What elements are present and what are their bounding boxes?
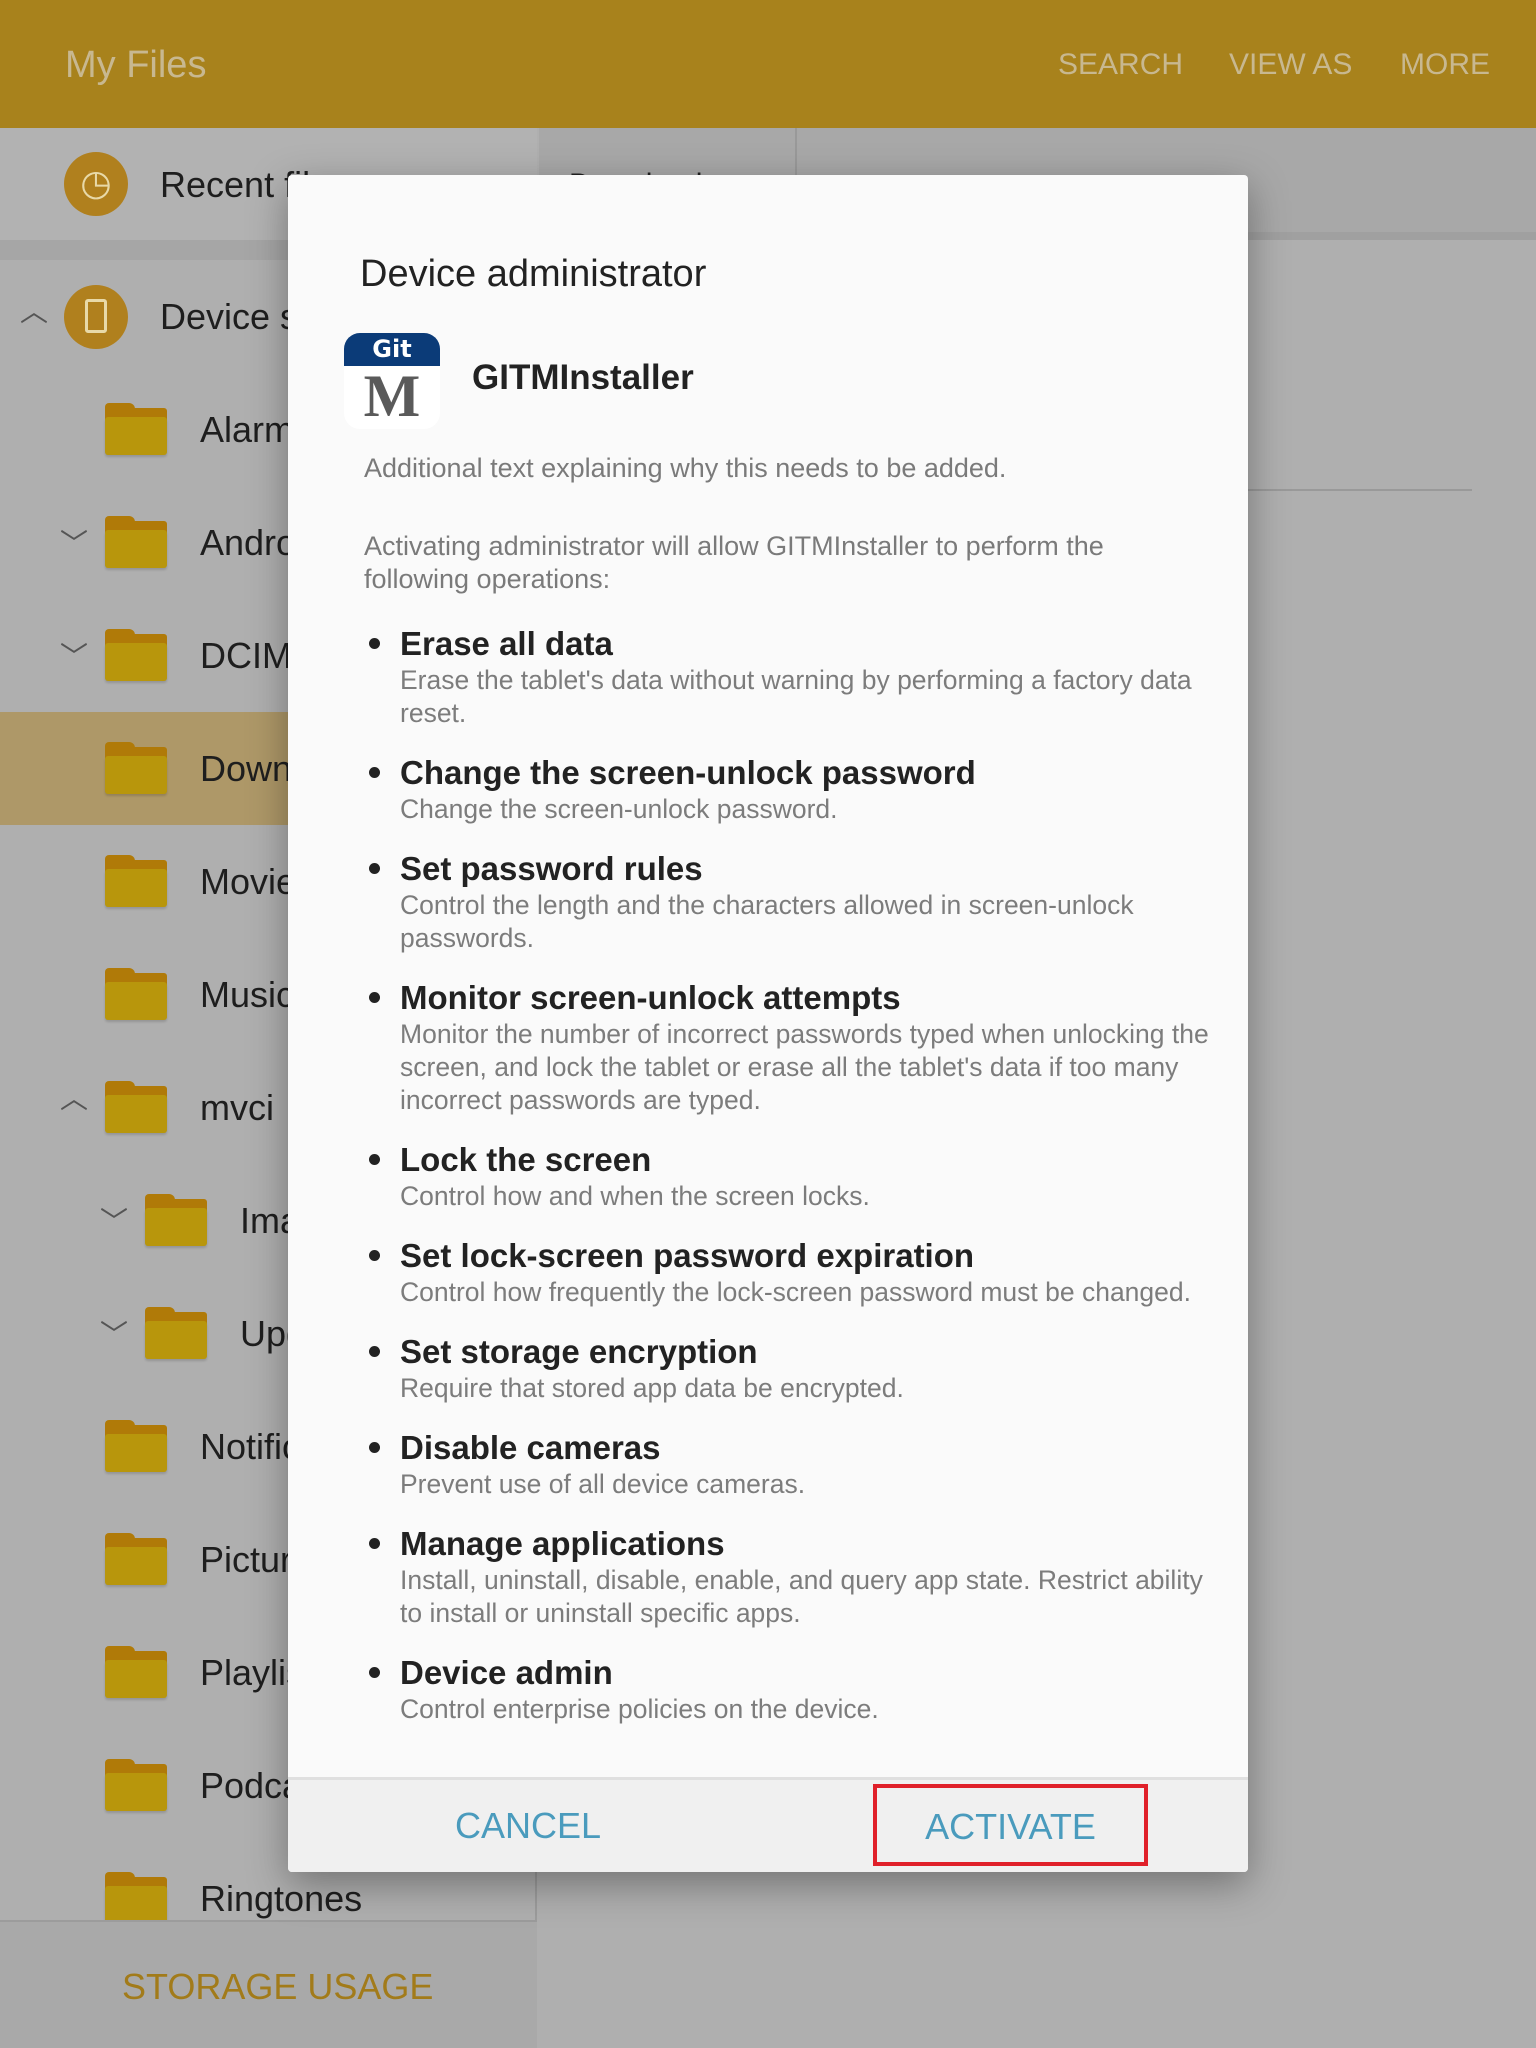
- app-bar: My Files SEARCH VIEW AS MORE: [0, 0, 1536, 128]
- chevron-down-icon[interactable]: ﹀: [100, 1200, 128, 1240]
- bullet-icon: [369, 992, 380, 1003]
- bullet-icon: [369, 1442, 380, 1453]
- permission-title: Change the screen-unlock password: [400, 754, 976, 791]
- permission-title: Disable cameras: [400, 1429, 661, 1466]
- tablet-icon: [64, 285, 128, 349]
- permission-description: Control how frequently the lock-screen p…: [400, 1277, 1192, 1307]
- folder-icon: [145, 1194, 207, 1246]
- additional-text: Additional text explaining why this need…: [364, 453, 1007, 483]
- folder-icon: [105, 516, 167, 568]
- folder-icon: [105, 403, 167, 455]
- bullet-icon: [369, 1346, 380, 1357]
- permission-item: Set password rules Control the length and…: [364, 849, 1214, 955]
- folder-icon: [105, 1759, 167, 1811]
- storage-usage-button[interactable]: STORAGE USAGE: [0, 1920, 537, 2048]
- permission-title: Set storage encryption: [400, 1333, 758, 1370]
- chevron-up-icon[interactable]: ︿: [20, 290, 48, 330]
- chevron-up-icon[interactable]: ︿: [60, 1077, 88, 1117]
- permission-description: Monitor the number of incorrect password…: [400, 1019, 1209, 1115]
- permission-item: Set lock-screen password expiration Contr…: [364, 1236, 1214, 1309]
- permission-description: Control how and when the screen locks.: [400, 1181, 870, 1211]
- more-button[interactable]: MORE: [1400, 48, 1490, 82]
- folder-icon: [105, 629, 167, 681]
- permission-title: Monitor screen-unlock attempts: [400, 979, 901, 1016]
- sidebar-item-label: mvci: [200, 1087, 274, 1128]
- folder-icon: [105, 1420, 167, 1472]
- permission-item: Disable cameras Prevent use of all device…: [364, 1428, 1214, 1501]
- permission-item: Device admin Control enterprise policies …: [364, 1653, 1214, 1726]
- clock-icon: ◷: [64, 152, 128, 216]
- sidebar-item-label: Music: [200, 974, 295, 1015]
- permission-description: Prevent use of all device cameras.: [400, 1469, 806, 1499]
- permission-title: Manage applications: [400, 1525, 725, 1562]
- permission-title: Lock the screen: [400, 1141, 652, 1178]
- permission-description: Install, uninstall, disable, enable, and…: [400, 1565, 1203, 1628]
- device-admin-dialog: Device administrator Git M GITMInstaller…: [288, 175, 1248, 1872]
- cancel-button[interactable]: CANCEL: [388, 1780, 668, 1872]
- permission-description: Change the screen-unlock password.: [400, 794, 838, 824]
- permission-item: Manage applications Install, uninstall, d…: [364, 1524, 1214, 1630]
- permission-item: Erase all data Erase the tablet's data wi…: [364, 624, 1214, 730]
- bullet-icon: [369, 1154, 380, 1165]
- intro-text: Activating administrator will allow GITM…: [364, 531, 1104, 594]
- permission-list: Erase all data Erase the tablet's data wi…: [364, 624, 1214, 1749]
- folder-icon: [145, 1307, 207, 1359]
- permission-description: Control enterprise policies on the devic…: [400, 1694, 879, 1724]
- folder-icon: [105, 1646, 167, 1698]
- chevron-down-icon[interactable]: ﹀: [60, 522, 88, 562]
- dialog-title: Device administrator: [360, 253, 707, 295]
- bullet-icon: [369, 863, 380, 874]
- folder-icon: [105, 968, 167, 1020]
- permission-title: Device admin: [400, 1654, 613, 1691]
- activate-button[interactable]: ACTIVATE: [873, 1784, 1148, 1866]
- chevron-down-icon[interactable]: ﹀: [100, 1313, 128, 1353]
- sidebar-item-label: Ringtones: [200, 1878, 363, 1919]
- permission-description: Erase the tablet's data without warning …: [400, 665, 1192, 728]
- permission-item: Lock the screen Control how and when the …: [364, 1140, 1214, 1213]
- permission-item: Change the screen-unlock password Change …: [364, 753, 1214, 826]
- view-as-button[interactable]: VIEW AS: [1229, 48, 1352, 82]
- folder-icon: [105, 1872, 167, 1924]
- folder-icon: [105, 1081, 167, 1133]
- folder-icon: [105, 1533, 167, 1585]
- bullet-icon: [369, 767, 380, 778]
- permission-item: Monitor screen-unlock attempts Monitor th…: [364, 978, 1214, 1117]
- app-name: GITMInstaller: [472, 358, 694, 397]
- bullet-icon: [369, 1538, 380, 1549]
- divider: [1248, 489, 1472, 491]
- search-button[interactable]: SEARCH: [1058, 48, 1183, 82]
- permission-title: Erase all data: [400, 625, 613, 662]
- permission-description: Require that stored app data be encrypte…: [400, 1373, 904, 1403]
- bullet-icon: [369, 1667, 380, 1678]
- app-title: My Files: [65, 44, 207, 86]
- permission-description: Control the length and the characters al…: [400, 890, 1134, 953]
- bullet-icon: [369, 638, 380, 649]
- chevron-down-icon[interactable]: ﹀: [60, 635, 88, 675]
- app-icon: Git M: [344, 333, 440, 429]
- storage-usage-label: STORAGE USAGE: [122, 1966, 434, 2007]
- folder-icon: [105, 855, 167, 907]
- permission-title: Set lock-screen password expiration: [400, 1237, 975, 1274]
- permission-item: Set storage encryption Require that store…: [364, 1332, 1214, 1405]
- bullet-icon: [369, 1250, 380, 1261]
- dialog-footer: CANCEL ACTIVATE: [288, 1777, 1248, 1872]
- sidebar-item-label: DCIM: [200, 635, 292, 676]
- folder-icon: [105, 742, 167, 794]
- permission-title: Set password rules: [400, 850, 703, 887]
